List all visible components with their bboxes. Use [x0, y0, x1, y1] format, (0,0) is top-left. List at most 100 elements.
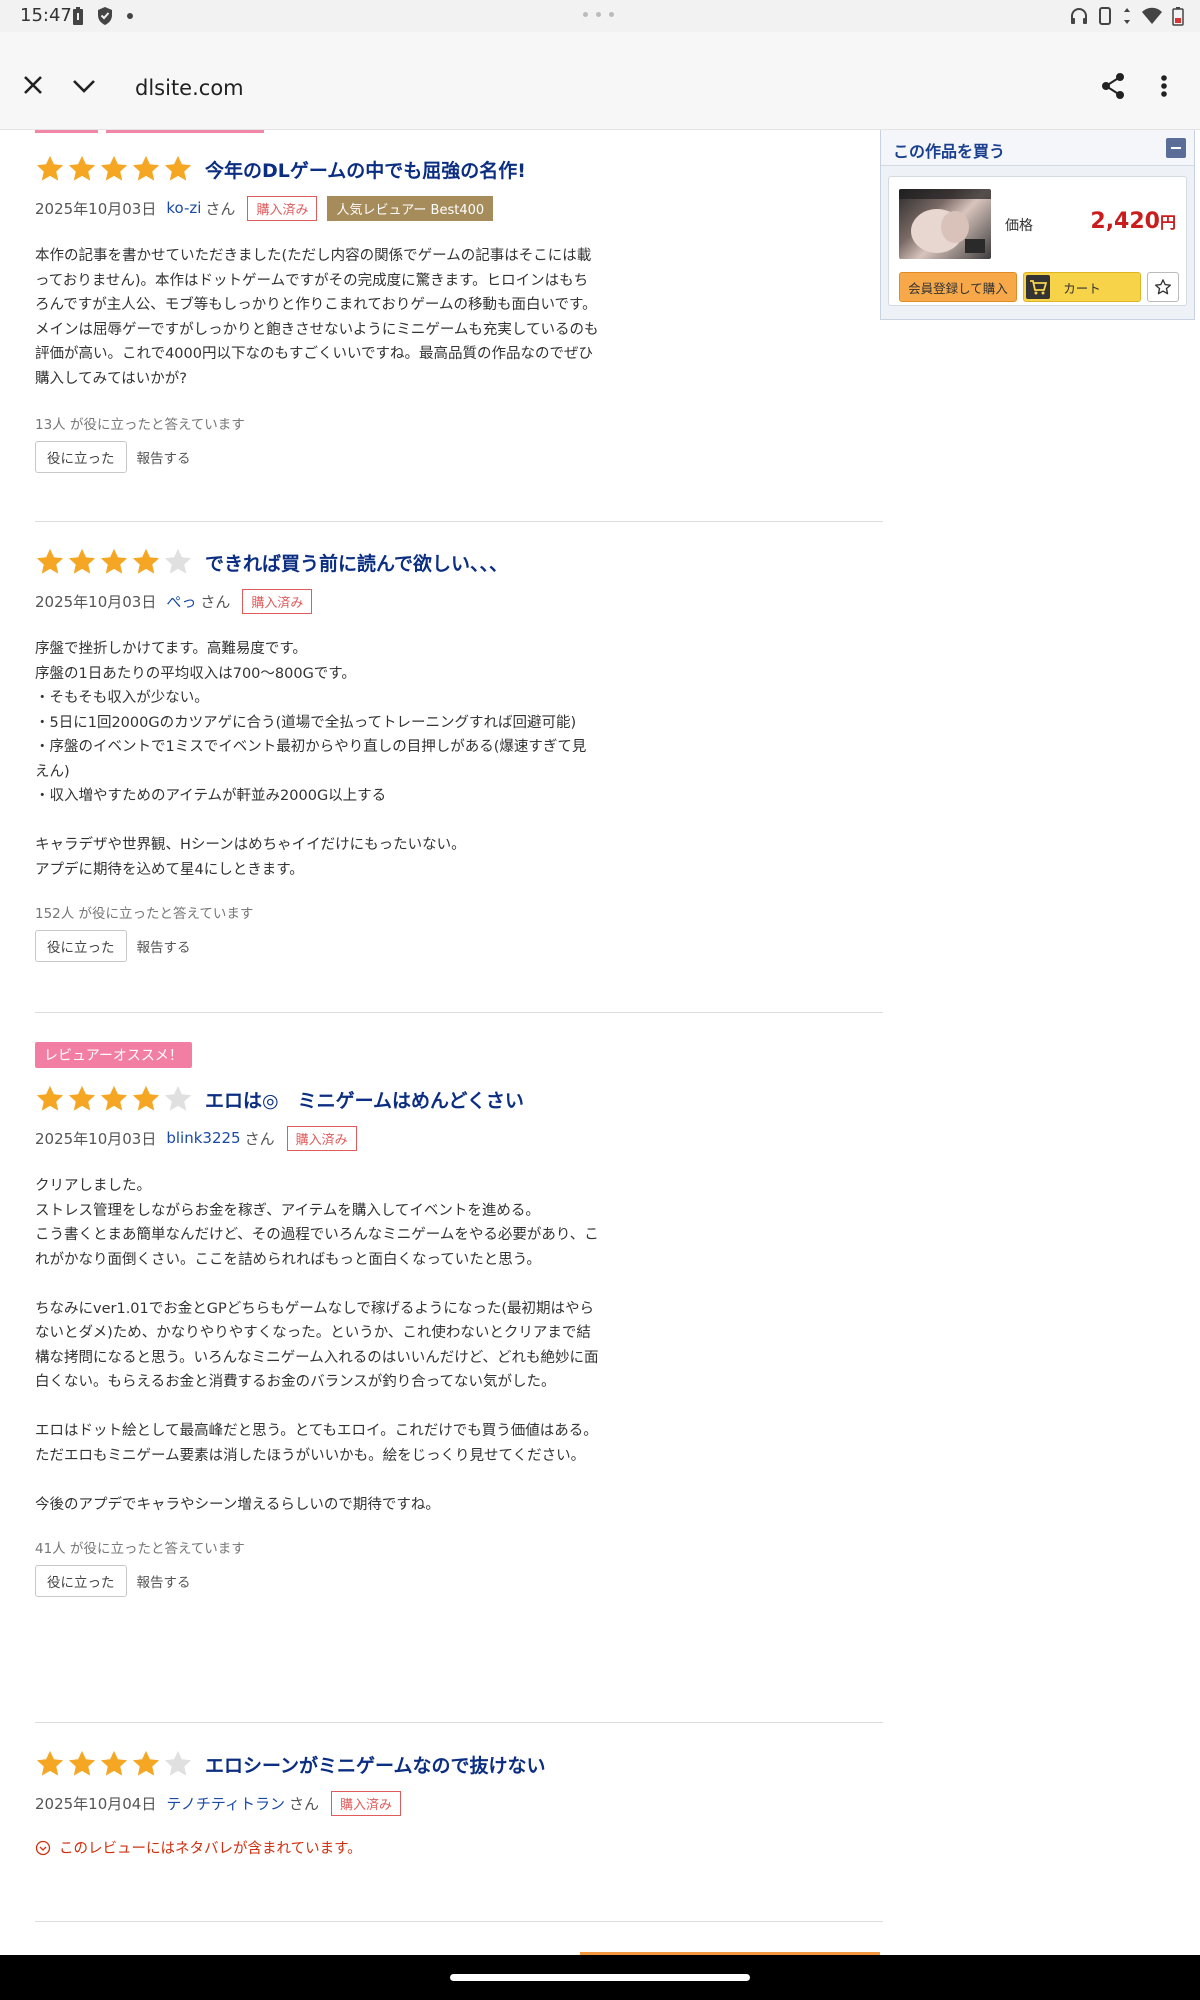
star-filled-icon — [132, 1085, 160, 1111]
star-rating — [35, 547, 193, 577]
review-divider — [35, 521, 883, 522]
helpful-count: 152人 が役に立ったと答えています — [35, 906, 254, 922]
star-filled-icon — [36, 1750, 64, 1776]
star-filled-icon — [68, 548, 96, 574]
purchased-badge: 購入済み — [286, 1125, 357, 1151]
star-filled-icon — [132, 548, 160, 574]
reviewer-recommend-badge: レビュアーオススメ！ — [35, 1042, 192, 1068]
purchased-badge: 購入済み — [247, 195, 318, 221]
battery-saver-icon — [73, 7, 83, 25]
review-body: 序盤で挫折しかけてます。高難易度です。 序盤の1日あたりの平均収入は700～80… — [35, 641, 587, 878]
status-left-icons — [72, 6, 134, 26]
report-link[interactable]: 報告する — [137, 1571, 191, 1591]
share-icon[interactable] — [1100, 72, 1126, 100]
system-navigation-bar — [0, 1955, 1200, 2000]
reviewer-name-link[interactable]: ko-zi — [166, 199, 201, 217]
review-title-row: エロは◎ ミニゲームはめんどくさい — [35, 1082, 883, 1116]
review-divider — [35, 1012, 883, 1013]
star-outline-icon — [1154, 279, 1172, 295]
star-rating — [35, 1084, 193, 1114]
battery-icon — [1172, 7, 1184, 26]
review-meta: 2025年10月04日 テノチティトラン さん 購入済み — [35, 1790, 883, 1816]
review-item: 今年のDLゲームの中でも屈強の名作! 2025年10月03日 ko-zi さん … — [35, 152, 883, 473]
review-date: 2025年10月04日 — [35, 1794, 157, 1813]
cart-icon — [1026, 275, 1050, 299]
reviewer-honorific: さん — [200, 592, 231, 611]
cart-button-label: カート — [1063, 280, 1101, 296]
star-rating — [35, 154, 193, 184]
price-amount: 2,420 — [1090, 209, 1160, 234]
star-filled-icon — [68, 1750, 96, 1776]
review-meta: 2025年10月03日 ko-zi さん 購入済み 人気レビュアー Best40… — [35, 195, 883, 221]
helpful-button[interactable]: 役に立った — [35, 441, 127, 473]
review-title: エロは◎ ミニゲームはめんどくさい — [205, 1089, 524, 1112]
star-filled-icon — [68, 1085, 96, 1111]
star-filled-icon — [100, 548, 128, 574]
report-link[interactable]: 報告する — [137, 936, 191, 956]
register-and-buy-button[interactable]: 会員登録して購入 — [899, 272, 1017, 302]
review-body: クリアしました。 ストレス管理をしながらお金を稼ぎ、アイテムを購入してイベントを… — [35, 1178, 599, 1513]
product-thumbnail[interactable] — [899, 189, 991, 259]
review-date: 2025年10月03日 — [35, 1129, 157, 1148]
review-title: エロシーンがミニゲームなので抜けない — [205, 1754, 546, 1777]
price-label: 価格 — [1005, 218, 1033, 234]
register-and-buy-label: 会員登録して購入 — [908, 280, 1008, 296]
star-filled-icon — [36, 155, 64, 181]
star-filled-icon — [68, 155, 96, 181]
star-empty-icon — [164, 548, 192, 574]
wifi-icon — [1142, 7, 1162, 24]
review-divider — [35, 1722, 883, 1723]
thumbnail-art — [899, 189, 991, 253]
helpful-button[interactable]: 役に立った — [35, 1565, 127, 1597]
spoiler-toggle[interactable]: このレビューにはネタバレが含まれています。 — [35, 1837, 883, 1858]
buy-box-header: この作品を買う — [881, 130, 1194, 166]
notification-dot-icon — [127, 13, 133, 19]
star-filled-icon — [164, 155, 192, 181]
helpful-count: 13人 が役に立ったと答えています — [35, 417, 245, 433]
review-meta: 2025年10月03日 ぺっ さん 購入済み — [35, 588, 883, 614]
buy-box-card: 価格 2,420円 会員登録して購入 カート — [888, 176, 1187, 306]
collapse-icon[interactable] — [1166, 138, 1186, 158]
helpful-button[interactable]: 役に立った — [35, 930, 127, 962]
review-item: できれば買う前に読んで欲しい、、、 2025年10月03日 ぺっ さん 購入済み… — [35, 545, 883, 962]
add-to-cart-button[interactable]: カート — [1023, 272, 1141, 302]
star-empty-icon — [164, 1750, 192, 1776]
review-actions: 役に立った 報告する — [35, 930, 883, 962]
purchased-badge: 購入済み — [331, 1790, 402, 1816]
chevron-circle-down-icon — [35, 1840, 51, 1855]
review-body: 本作の記事を書かせていただきました(ただし内容の関係でゲームの記事はそこには載っ… — [35, 248, 599, 387]
review-actions: 役に立った 報告する — [35, 441, 883, 473]
vpn-shield-icon — [98, 7, 112, 25]
reviewer-honorific: さん — [289, 1794, 320, 1813]
star-empty-icon — [164, 1085, 192, 1111]
price-value: 2,420円 — [1090, 209, 1176, 234]
close-icon[interactable] — [22, 74, 44, 96]
status-center-dots — [583, 12, 614, 17]
report-link[interactable]: 報告する — [137, 447, 191, 467]
more-options-icon[interactable] — [1160, 74, 1168, 98]
status-right-icons — [1070, 6, 1184, 26]
reviewer-name-link[interactable]: テノチティトラン — [166, 1793, 285, 1814]
review-date: 2025年10月03日 — [35, 592, 157, 611]
review-title-row: 今年のDLゲームの中でも屈強の名作! — [35, 152, 883, 186]
purchased-badge: 購入済み — [242, 588, 313, 614]
previous-badges-edge — [35, 130, 264, 133]
review-meta: 2025年10月03日 blink3225 さん 購入済み — [35, 1125, 883, 1151]
spoiler-warning-text: このレビューにはネタバレが含まれています。 — [59, 1841, 362, 1857]
review-item: レビュアーオススメ！ エロは◎ ミニゲームはめんどくさい 2025年10月03日… — [35, 1042, 883, 1597]
chevron-down-icon[interactable] — [72, 78, 96, 94]
star-filled-icon — [36, 548, 64, 574]
browser-toolbar: dlsite.com — [0, 32, 1200, 130]
popular-reviewer-badge: 人気レビュアー Best400 — [327, 195, 494, 221]
home-gesture-handle[interactable] — [450, 1974, 750, 1981]
favorite-button[interactable] — [1147, 272, 1179, 302]
review-item: エロシーンがミニゲームなので抜けない 2025年10月04日 テノチティトラン … — [35, 1747, 883, 1858]
url-text[interactable]: dlsite.com — [135, 76, 244, 100]
review-title: 今年のDLゲームの中でも屈強の名作! — [205, 159, 526, 182]
reviewer-name-link[interactable]: ぺっ — [166, 591, 196, 612]
star-filled-icon — [36, 1085, 64, 1111]
review-divider — [35, 1921, 883, 1922]
review-list: 今年のDLゲームの中でも屈強の名作! 2025年10月03日 ko-zi さん … — [0, 130, 1200, 1955]
reviewer-honorific: さん — [205, 199, 236, 218]
reviewer-name-link[interactable]: blink3225 — [166, 1129, 240, 1147]
